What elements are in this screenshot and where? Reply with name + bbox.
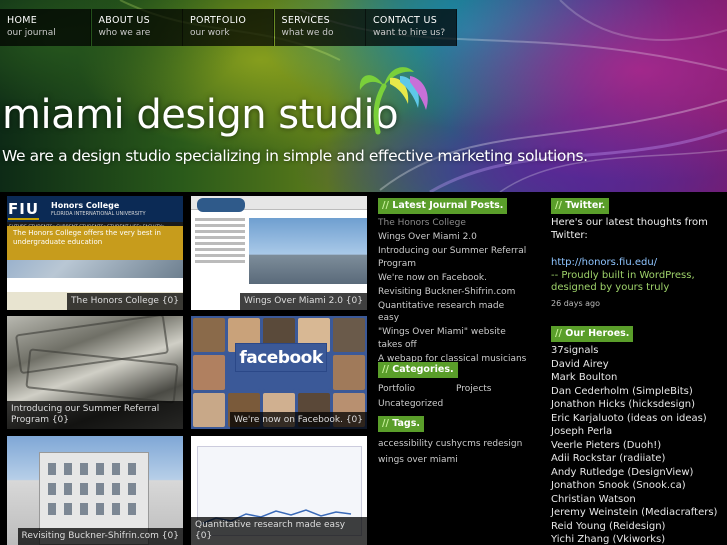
nav-home-sub: our journal — [7, 28, 56, 38]
nav-home[interactable]: HOME our journal — [0, 9, 91, 46]
thumb-ribbon-line1: The Honors College offers the very best … — [13, 229, 161, 237]
hero-link[interactable]: Jonathon Hicks (hicksdesign) — [551, 398, 727, 412]
tweet-text: -- Proudly built in WordPress, designed … — [551, 269, 695, 294]
portfolio-thumb-summer-referral[interactable]: Introducing our Summer Referral Program … — [7, 316, 183, 429]
thumb-ribbon: The Honors College offers the very best … — [7, 226, 183, 260]
journal-heading: // Latest Journal Posts. — [378, 198, 508, 214]
heading-slash: // — [382, 364, 389, 375]
twitter-widget: Here's our latest thoughts from Twitter:… — [551, 217, 723, 310]
palm-logo-icon — [359, 67, 428, 135]
hero-link[interactable]: 37signals — [551, 344, 727, 358]
hero-link[interactable]: Adii Rockstar (radiiate) — [551, 452, 727, 466]
journal-post-link[interactable]: Wings Over Miami 2.0 — [378, 231, 528, 244]
heading-slash: // — [382, 200, 389, 211]
portfolio-caption[interactable]: The Honors College {0} — [67, 293, 183, 310]
header-banner: HOME our journal ABOUT US who we are POR… — [0, 0, 727, 192]
hero-link[interactable]: Andy Rutledge (DesignView) — [551, 466, 727, 480]
site-tagline: We are a design studio specializing in s… — [2, 147, 588, 165]
site-logo-text[interactable]: miami design studio — [2, 92, 399, 138]
nav-portfolio[interactable]: PORTFOLIO our work — [183, 9, 274, 46]
portfolio-thumb-facebook[interactable]: facebook We're now on Facebook. {0} — [191, 316, 367, 429]
heroes-list: 37signals David Airey Mark Boulton Dan C… — [551, 344, 727, 545]
tweet-link[interactable]: http://honors.fiu.edu/ — [551, 257, 723, 270]
heading-slash: // — [382, 418, 389, 429]
categories-heading: // Categories. — [378, 362, 458, 378]
nav-portfolio-label: PORTFOLIO — [190, 15, 247, 26]
hero-link[interactable]: Christian Watson — [551, 493, 727, 507]
portfolio-thumb-quantitative-research[interactable]: Quantitative research made easy {0} — [191, 436, 367, 545]
twitter-heading-label: Twitter. — [565, 200, 606, 211]
facebook-logo: facebook — [235, 343, 327, 372]
tags-heading: // Tags. — [378, 416, 424, 432]
hero-link[interactable]: Mark Boulton — [551, 371, 727, 385]
hero-link[interactable]: Dan Cederholm (SimpleBits) — [551, 385, 727, 399]
category-link[interactable]: Projects — [456, 382, 534, 397]
hero-link[interactable]: Veerle Pieters (Duoh!) — [551, 439, 727, 453]
nav-about[interactable]: ABOUT US who we are — [91, 9, 183, 46]
hero-link[interactable]: Joseph Perla — [551, 425, 727, 439]
hero-link[interactable]: David Airey — [551, 358, 727, 372]
heading-slash: // — [555, 328, 562, 339]
nav-services[interactable]: SERVICES what we do — [274, 9, 366, 46]
portfolio-caption[interactable]: Revisiting Buckner-Shifrin.com {0} — [17, 528, 183, 545]
heroes-heading: // Our Heroes. — [551, 326, 634, 342]
hero-link[interactable]: Jonathon Snook (Snook.ca) — [551, 479, 727, 493]
tag-line[interactable]: accessibility cushycms redesign — [378, 436, 528, 452]
thumb-fiu-header: FIU Honors College FLORIDA INTERNATIONAL… — [7, 196, 183, 222]
thumb-skyline-photo — [249, 218, 367, 284]
portfolio-caption[interactable]: Quantitative research made easy {0} — [191, 517, 367, 545]
category-list: Portfolio Projects Uncategorized — [378, 382, 538, 412]
tag-cloud: accessibility cushycms redesign wings ov… — [378, 436, 528, 468]
categories-heading-label: Categories. — [392, 364, 454, 375]
journal-post-link[interactable]: The Honors College — [378, 217, 528, 230]
portfolio-thumb-wings-over-miami[interactable]: Wings Over Miami 2.0 {0} — [191, 196, 367, 310]
thumb-ribbon-line2: undergraduate education — [13, 238, 103, 246]
banknote-shape — [25, 348, 179, 404]
category-link[interactable]: Uncategorized — [378, 397, 456, 412]
nav-portfolio-sub: our work — [190, 28, 230, 38]
journal-post-link[interactable]: Quantitative research made easy — [378, 300, 528, 325]
journal-post-link[interactable]: Revisiting Buckner-Shifrin.com — [378, 286, 528, 299]
tweet-timestamp: 26 days ago — [551, 298, 601, 308]
nav-contact-label: CONTACT US — [373, 15, 438, 26]
hero-link[interactable]: Reid Young (Reidesign) — [551, 520, 727, 534]
hero-link[interactable]: Jeremy Weinstein (Mediacrafters) — [551, 506, 727, 520]
nav-contact[interactable]: CONTACT US want to hire us? — [366, 9, 457, 46]
portfolio-caption[interactable]: Introducing our Summer Referral Program … — [7, 401, 183, 429]
tag-line[interactable]: wings over miami — [378, 452, 528, 468]
heroes-heading-label: Our Heroes. — [565, 328, 630, 339]
journal-post-link[interactable]: We're now on Facebook. — [378, 272, 528, 285]
journal-heading-label: Latest Journal Posts. — [392, 200, 504, 211]
journal-post-link[interactable]: "Wings Over Miami" website takes off — [378, 326, 528, 351]
journal-post-list: The Honors College Wings Over Miami 2.0 … — [378, 217, 528, 367]
hero-link[interactable]: Eric Karjaluoto (ideas on ideas) — [551, 412, 727, 426]
heading-slash: // — [555, 200, 562, 211]
thumb-university-name: FLORIDA INTERNATIONAL UNIVERSITY — [51, 211, 146, 217]
nav-about-sub: who we are — [98, 28, 151, 38]
main-nav: HOME our journal ABOUT US who we are POR… — [0, 9, 458, 46]
category-link[interactable]: Portfolio — [378, 382, 456, 397]
thumb-text-column — [195, 218, 245, 266]
twitter-heading: // Twitter. — [551, 198, 610, 214]
portfolio-caption[interactable]: Wings Over Miami 2.0 {0} — [240, 293, 367, 310]
journal-post-link[interactable]: Introducing our Summer Referral Program — [378, 245, 528, 270]
portfolio-thumb-buckner-shifrin[interactable]: Revisiting Buckner-Shifrin.com {0} — [7, 436, 183, 545]
hero-link[interactable]: Yichi Zhang (Vkiworks) — [551, 533, 727, 545]
nav-home-label: HOME — [7, 15, 38, 26]
thumb-honors-heading: Honors College — [51, 201, 120, 210]
nav-services-label: SERVICES — [281, 15, 330, 26]
fiu-logo: FIU — [8, 200, 40, 220]
thumb-wom-logo — [197, 198, 245, 212]
portfolio-caption[interactable]: We're now on Facebook. {0} — [230, 412, 367, 429]
nav-contact-sub: want to hire us? — [373, 28, 446, 38]
portfolio-thumb-honors-college[interactable]: FIU Honors College FLORIDA INTERNATIONAL… — [7, 196, 183, 310]
nav-services-sub: what we do — [281, 28, 334, 38]
nav-about-label: ABOUT US — [98, 15, 150, 26]
twitter-intro: Here's our latest thoughts from Twitter: — [551, 217, 708, 241]
tags-heading-label: Tags. — [392, 418, 420, 429]
